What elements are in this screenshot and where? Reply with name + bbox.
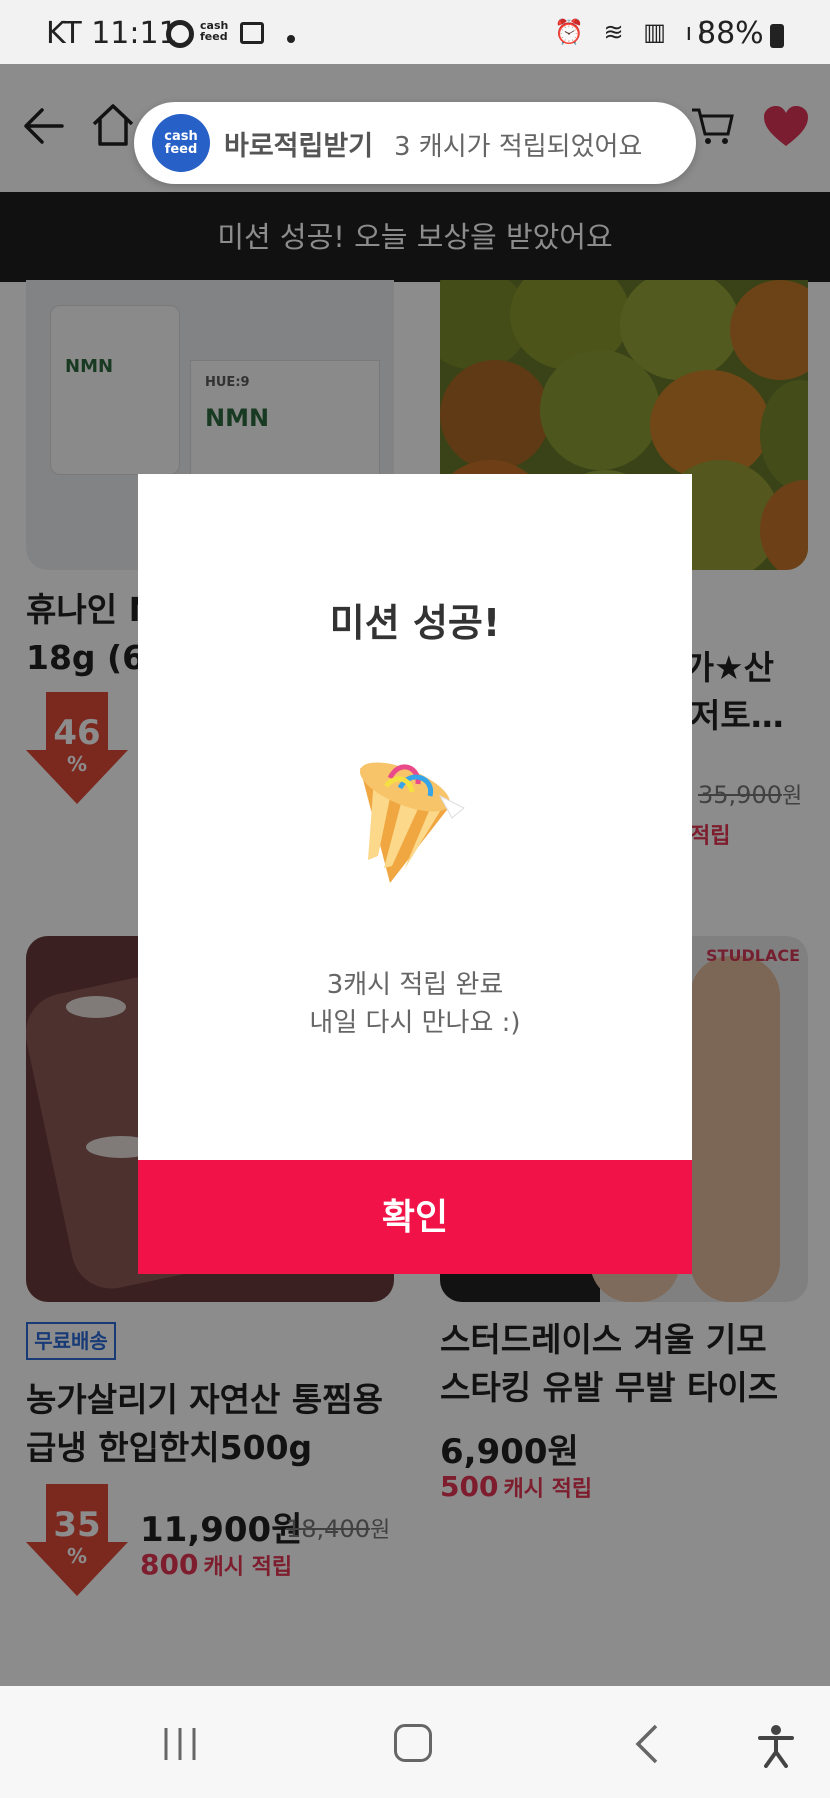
notification-dot-icon: [287, 35, 295, 43]
nav-back-icon[interactable]: [632, 1724, 662, 1764]
status-indicators: ⏰ ≋ ▥ ıl: [554, 18, 711, 46]
modal-message-line1: 3캐시 적립 완료: [326, 970, 504, 1000]
gallery-icon: [240, 22, 264, 44]
status-time: KT 11:11: [46, 16, 178, 51]
cashfeed-status-icon: cash feed: [200, 19, 229, 43]
modal-message-line2: 내일 다시 만나요 :): [309, 1008, 521, 1038]
modal-message: 3캐시 적립 완료 내일 다시 만나요 :): [138, 966, 692, 1042]
battery-percent: 88%: [697, 16, 764, 51]
toast-message: 3 캐시가 적립되었어요: [394, 132, 643, 162]
accessibility-icon[interactable]: [756, 1724, 796, 1768]
toast-title: 바로적립받기: [224, 131, 374, 162]
confirm-button[interactable]: 확인: [138, 1160, 692, 1274]
cashfeed-logo: cash feed: [152, 114, 210, 172]
battery-icon: [770, 24, 784, 48]
g-app-icon: [166, 20, 194, 48]
modal-title: 미션 성공!: [329, 601, 501, 645]
recent-apps-icon[interactable]: [162, 1726, 198, 1762]
nav-home-icon[interactable]: [394, 1724, 432, 1762]
party-popper-icon: [359, 762, 465, 883]
